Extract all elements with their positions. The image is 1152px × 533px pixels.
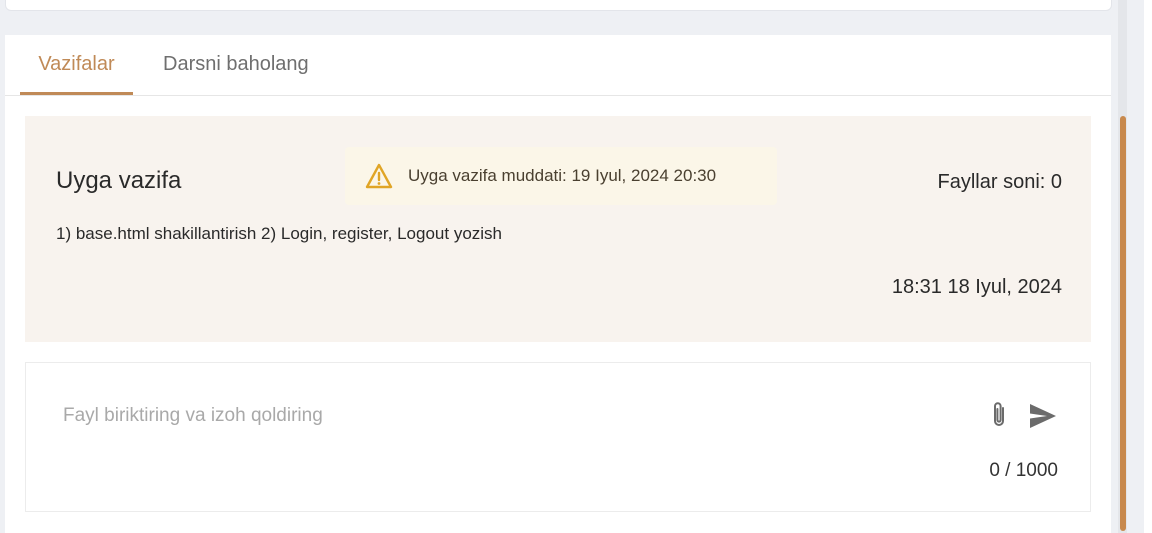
tab-darsni-baholang[interactable]: Darsni baholang: [163, 53, 309, 95]
homework-title: Uyga vazifa: [56, 167, 182, 194]
scrollbar-thumb[interactable]: [1120, 116, 1126, 531]
top-card: [5, 0, 1112, 11]
window-edge: [1144, 0, 1152, 533]
warning-icon: [365, 163, 393, 189]
paperclip-icon[interactable]: [988, 400, 1010, 430]
submission-box: 0 / 1000: [25, 362, 1091, 512]
files-count: Fayllar soni: 0: [937, 171, 1063, 193]
homework-description: 1) base.html shakillantirish 2) Login, r…: [56, 224, 503, 243]
homework-panel: Uyga vazifa Uyga vazifa muddati: 19 Iyul…: [25, 116, 1091, 342]
homework-date: 18:31 18 Iyul, 2024: [891, 276, 1062, 298]
homework-card: Vazifalar Darsni baholang Uyga vazifa Uy…: [5, 35, 1111, 533]
char-counter: 0 / 1000: [989, 460, 1058, 481]
tab-bar: Vazifalar Darsni baholang: [5, 35, 1111, 96]
deadline-badge: Uyga vazifa muddati: 19 Iyul, 2024 20:30: [345, 147, 777, 205]
tab-vazifalar[interactable]: Vazifalar: [20, 53, 133, 95]
deadline-text: Uyga vazifa muddati: 19 Iyul, 2024 20:30: [408, 166, 717, 185]
send-icon[interactable]: [1029, 403, 1057, 429]
comment-input[interactable]: [63, 401, 943, 431]
